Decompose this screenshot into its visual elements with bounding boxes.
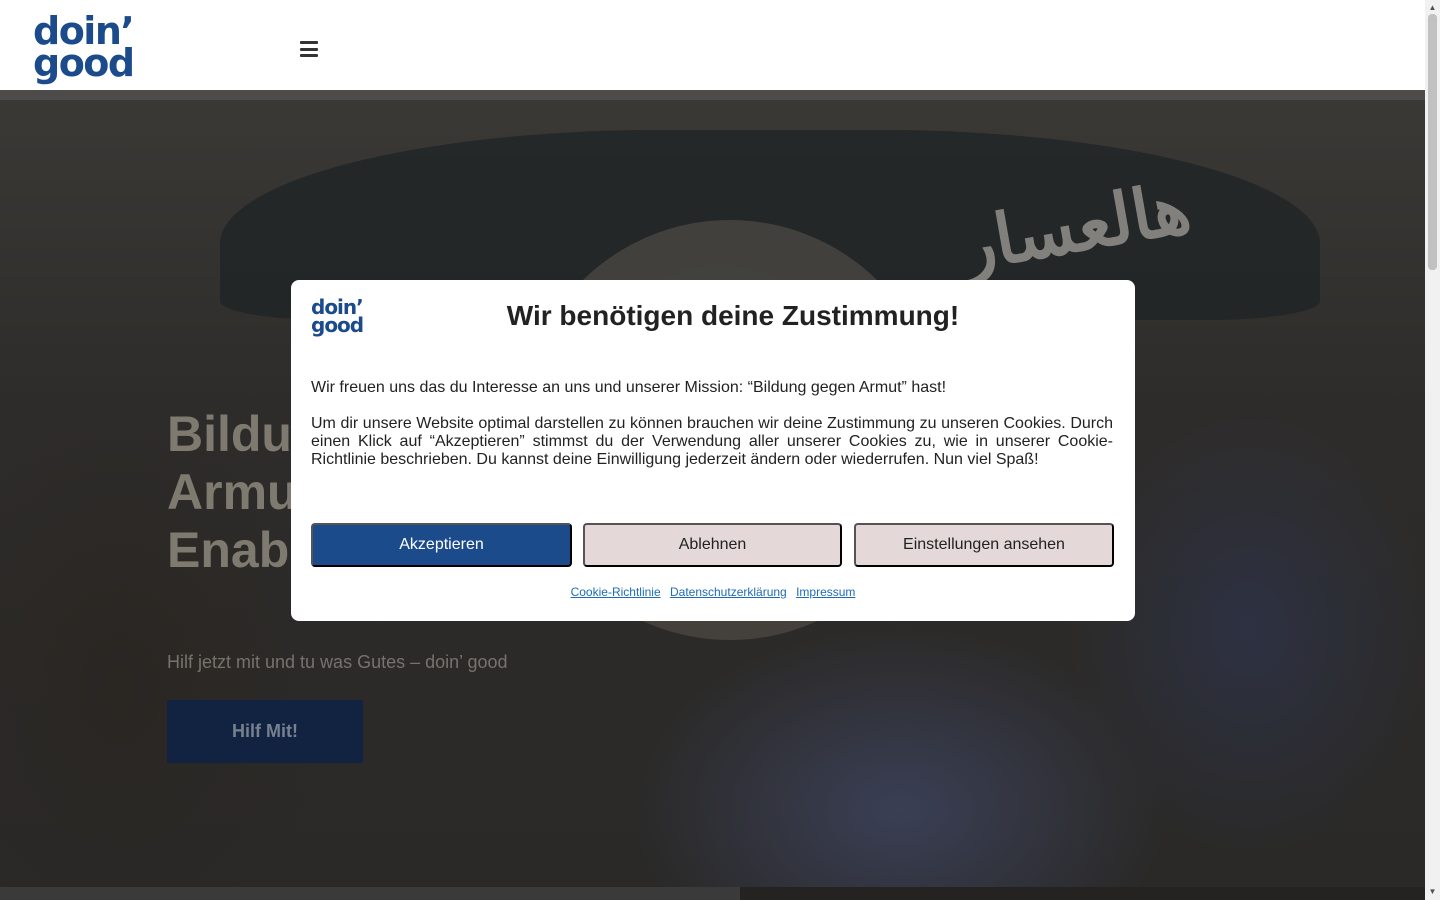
dialog-logo: doin’ good <box>311 297 369 340</box>
scroll-down-icon[interactable]: ▼ <box>1428 887 1437 896</box>
dialog-links: Cookie-Richtlinie Datenschutzerklärung I… <box>291 585 1135 599</box>
page-scrollbar[interactable]: ▲ ▼ <box>1425 0 1440 900</box>
logo-line-2: good <box>33 41 135 85</box>
hero-top-band <box>0 90 1425 100</box>
dialog-logo-line-2: good <box>311 313 364 337</box>
dialog-body-text: Um dir unsere Website optimal darstellen… <box>311 415 1113 468</box>
hero-bottom-strip <box>0 887 1425 900</box>
accept-button[interactable]: Akzeptieren <box>311 523 572 567</box>
hamburger-icon[interactable] <box>300 41 318 57</box>
site-header: doin’ good <box>0 0 1425 90</box>
privacy-policy-link[interactable]: Datenschutzerklärung <box>670 585 787 599</box>
cookie-consent-dialog: doin’ good Wir benötigen deine Zustimmun… <box>291 280 1135 621</box>
scroll-thumb[interactable] <box>1428 14 1437 270</box>
dialog-intro-text: Wir freuen uns das du Interesse an uns u… <box>311 379 947 396</box>
scroll-up-icon[interactable]: ▲ <box>1428 3 1437 12</box>
site-logo[interactable]: doin’ good <box>33 12 143 90</box>
deny-button[interactable]: Ablehnen <box>583 523 842 567</box>
imprint-link[interactable]: Impressum <box>796 585 855 599</box>
view-settings-button[interactable]: Einstellungen ansehen <box>854 523 1114 567</box>
help-button[interactable]: Hilf Mit! <box>167 700 363 763</box>
dialog-title: Wir benötigen deine Zustimmung! <box>506 300 960 331</box>
cookie-policy-link[interactable]: Cookie-Richtlinie <box>571 585 661 599</box>
hero-subtitle: Hilf jetzt mit und tu was Gutes – doin’ … <box>167 652 508 672</box>
